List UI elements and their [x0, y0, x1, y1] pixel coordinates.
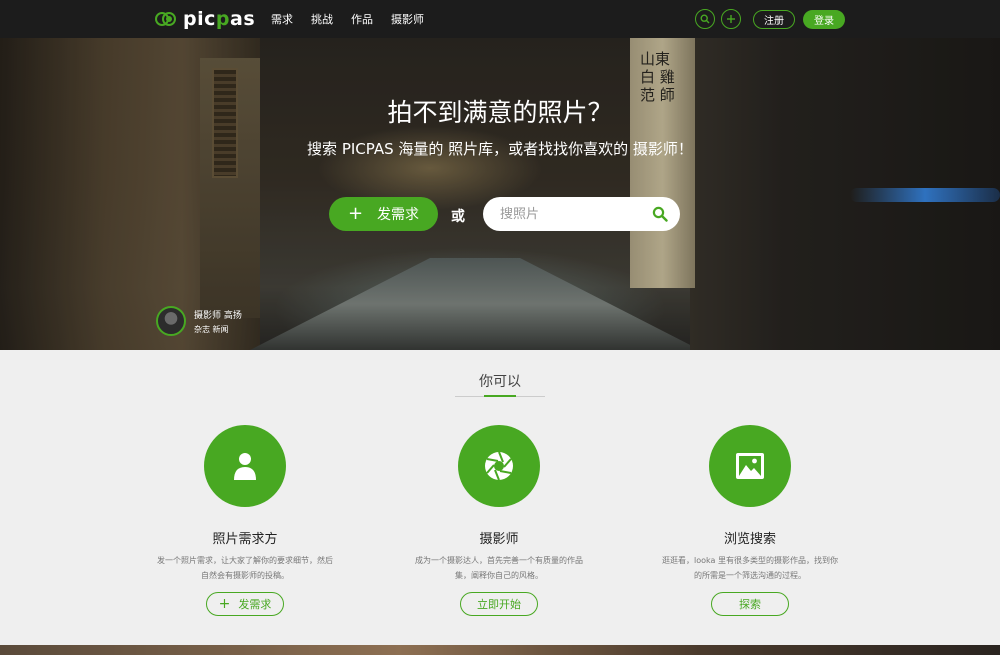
credit-photographer-name[interactable]: 摄影师 高扬	[194, 308, 242, 321]
feature-card-demander: 照片需求方 发一个照片需求，让大家了解你的要求细节，然后自然会有摄影师的投稿。 …	[150, 425, 340, 616]
next-section-image-edge	[0, 645, 1000, 655]
nav-link-photographers[interactable]: 摄影师	[391, 11, 424, 27]
feature-title: 照片需求方	[212, 532, 278, 547]
nav-links: 需求 挑战 作品 摄影师	[271, 0, 442, 38]
nav-actions: 注册 登录	[695, 9, 845, 29]
feature-icon-circle	[709, 425, 791, 507]
photo-search-box	[483, 197, 680, 231]
feature-card-browse: 浏览搜索 逛逛看，looka 里有很多类型的摄影作品，找到你的所需是一个筛选沟通…	[655, 425, 845, 616]
feature-icon-circle	[204, 425, 286, 507]
hero-title: 拍不到满意的照片？	[387, 98, 613, 127]
hero-banner: 山東 白 雞 范 師 拍不到满意的照片？ 搜索 PICPAS 海量的 照片库，或…	[0, 38, 1000, 350]
search-icon	[700, 14, 710, 24]
start-now-button[interactable]: 立即开始	[460, 592, 538, 616]
image-icon	[736, 453, 764, 479]
feature-button-label: 发需求	[238, 598, 272, 611]
logo[interactable]: picpas	[155, 9, 255, 29]
post-demand-label: 发需求	[377, 207, 420, 223]
nav-search-button[interactable]	[695, 9, 715, 29]
photo-search-input[interactable]	[500, 203, 650, 225]
logo-text: picpas	[183, 8, 256, 30]
user-icon	[234, 453, 256, 480]
nav-link-works[interactable]: 作品	[351, 11, 373, 27]
section-title: 你可以	[479, 374, 521, 390]
aperture-icon	[485, 451, 513, 481]
credit-tags: 杂志 新闻	[194, 324, 229, 334]
plus-icon	[727, 15, 735, 23]
search-icon[interactable]	[652, 206, 668, 222]
hero-overlay	[0, 38, 1000, 350]
explore-button[interactable]: 探索	[711, 592, 789, 616]
nav-link-challenges[interactable]: 挑战	[311, 11, 333, 27]
credit-text: 摄影师 高扬 杂志 新闻	[194, 308, 242, 335]
feature-description: 逛逛看，looka 里有很多类型的摄影作品，找到你的所需是一个筛选沟通的过程。	[662, 556, 838, 580]
feature-button-label: 探索	[739, 598, 761, 611]
feature-button-label: 立即开始	[477, 598, 521, 611]
login-button[interactable]: 登录	[803, 9, 845, 29]
navbar-inner: picpas 需求 挑战 作品 摄影师 注册 登录	[155, 0, 845, 38]
register-button[interactable]: 注册	[753, 9, 795, 29]
feature-description: 成为一个摄影达人，首先完善一个有质量的作品集，阐释你自己的风格。	[415, 556, 583, 580]
feature-title: 浏览搜索	[723, 532, 776, 547]
feature-description: 发一个照片需求，让大家了解你的要求细节，然后自然会有摄影师的投稿。	[157, 556, 333, 580]
feature-title: 摄影师	[479, 532, 519, 547]
avatar[interactable]	[156, 306, 186, 336]
plus-icon: +	[218, 596, 231, 612]
logo-mark-icon	[155, 10, 177, 28]
hero-subtitle: 搜索 PICPAS 海量的 照片库，或者找找你喜欢的 摄影师！	[307, 140, 693, 158]
feature-icon-circle	[458, 425, 540, 507]
or-separator: 或	[451, 209, 465, 225]
plus-icon: +	[347, 203, 364, 224]
nav-link-demands[interactable]: 需求	[271, 11, 293, 27]
feature-card-photographer: 摄影师 成为一个摄影达人，首先完善一个有质量的作品集，阐释你自己的风格。 立即开…	[404, 425, 594, 616]
post-demand-secondary-button[interactable]: + 发需求	[206, 592, 284, 616]
photo-credit[interactable]: 摄影师 高扬 杂志 新闻	[156, 306, 242, 336]
section-divider-accent	[484, 395, 516, 397]
nav-add-button[interactable]	[721, 9, 741, 29]
post-demand-button[interactable]: + 发需求	[329, 197, 438, 231]
top-navbar: picpas 需求 挑战 作品 摄影师 注册 登录	[0, 0, 1000, 38]
